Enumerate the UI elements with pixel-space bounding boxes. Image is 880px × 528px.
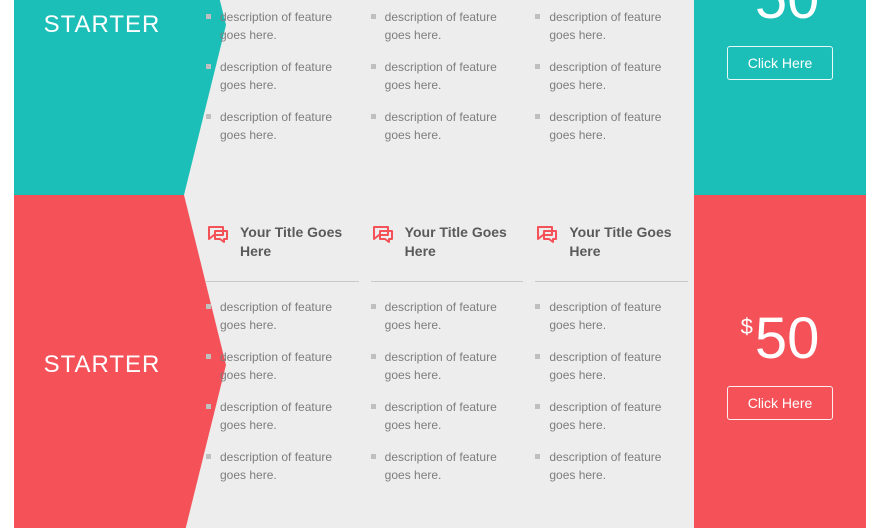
plan-label-block: STARTER [14,195,184,528]
feature-item: description of feature goes here. [206,298,359,334]
feature-item: description of feature goes here. [535,298,688,334]
feature-item: description of feature goes here. [206,108,359,144]
feature-column-header: Your Title Goes Here [535,223,688,267]
feature-item: description of feature goes here. [535,348,688,384]
feature-item: description of feature goes here. [371,448,524,484]
feature-column-title: Your Title Goes Here [569,223,688,261]
divider [206,281,359,282]
feature-column: Your Title Goes Here description of feat… [206,223,359,525]
feature-list: description of feature goes here. descri… [535,298,688,484]
plan-name: STARTER [38,11,161,39]
chat-icon [206,224,230,246]
feature-list: description of feature goes here. descri… [535,0,688,144]
feature-item: description of feature goes here. [371,398,524,434]
feature-list: description of feature goes here. descri… [371,0,524,144]
plan-price-block: $ 50 Click Here [694,0,866,195]
chat-icon [371,224,395,246]
feature-item: description of feature goes here. [206,448,359,484]
plan-price: $ 50 [741,0,820,28]
pricing-plan: STARTER Your Title Goes Here description… [14,0,866,195]
divider [535,281,688,282]
divider [371,281,524,282]
chat-icon [535,224,559,246]
feature-item: description of feature goes here. [535,108,688,144]
feature-list: description of feature goes here. descri… [371,298,524,484]
feature-item: description of feature goes here. [206,8,359,44]
feature-column-title: Your Title Goes Here [405,223,524,261]
feature-column: Your Title Goes Here description of feat… [371,0,524,185]
feature-item: description of feature goes here. [206,348,359,384]
price-currency: $ [741,316,753,338]
feature-column: Your Title Goes Here description of feat… [535,223,688,525]
feature-column: Your Title Goes Here description of feat… [371,223,524,525]
feature-item: description of feature goes here. [535,58,688,94]
price-value: 50 [755,310,820,368]
pricing-stage: STARTER Your Title Goes Here description… [14,0,866,528]
feature-column: Your Title Goes Here description of feat… [206,0,359,185]
feature-item: description of feature goes here. [371,108,524,144]
plan-name: STARTER [38,351,161,379]
feature-column-header: Your Title Goes Here [371,223,524,267]
feature-item: description of feature goes here. [535,398,688,434]
feature-item: description of feature goes here. [206,58,359,94]
plan-features: Your Title Goes Here description of feat… [206,0,688,185]
feature-item: description of feature goes here. [371,298,524,334]
price-value: 50 [755,0,820,28]
plan-cta-button[interactable]: Click Here [727,386,834,420]
plan-price-block: $ 50 Click Here [694,195,866,528]
feature-column-title: Your Title Goes Here [240,223,359,261]
feature-list: description of feature goes here. descri… [206,0,359,144]
feature-item: description of feature goes here. [535,448,688,484]
feature-item: description of feature goes here. [371,348,524,384]
feature-item: description of feature goes here. [371,8,524,44]
plan-price: $ 50 [741,310,820,368]
feature-item: description of feature goes here. [535,8,688,44]
feature-item: description of feature goes here. [371,58,524,94]
pricing-plan: STARTER Your Title Goes Here description… [14,195,866,528]
plan-label-block: STARTER [14,0,184,195]
plan-features: Your Title Goes Here description of feat… [206,223,688,525]
feature-column-header: Your Title Goes Here [206,223,359,267]
feature-column: Your Title Goes Here description of feat… [535,0,688,185]
plan-cta-button[interactable]: Click Here [727,46,834,80]
feature-item: description of feature goes here. [206,398,359,434]
feature-list: description of feature goes here. descri… [206,298,359,484]
